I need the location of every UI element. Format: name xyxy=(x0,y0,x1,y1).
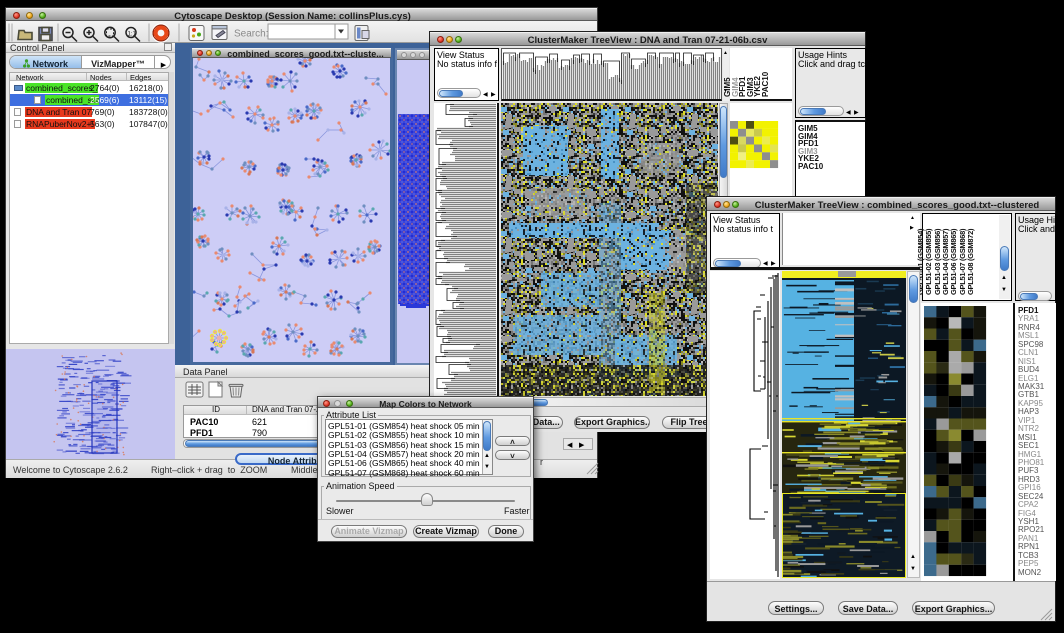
svg-text:Search:: Search: xyxy=(234,29,268,40)
svg-text:1:1: 1:1 xyxy=(128,32,137,38)
